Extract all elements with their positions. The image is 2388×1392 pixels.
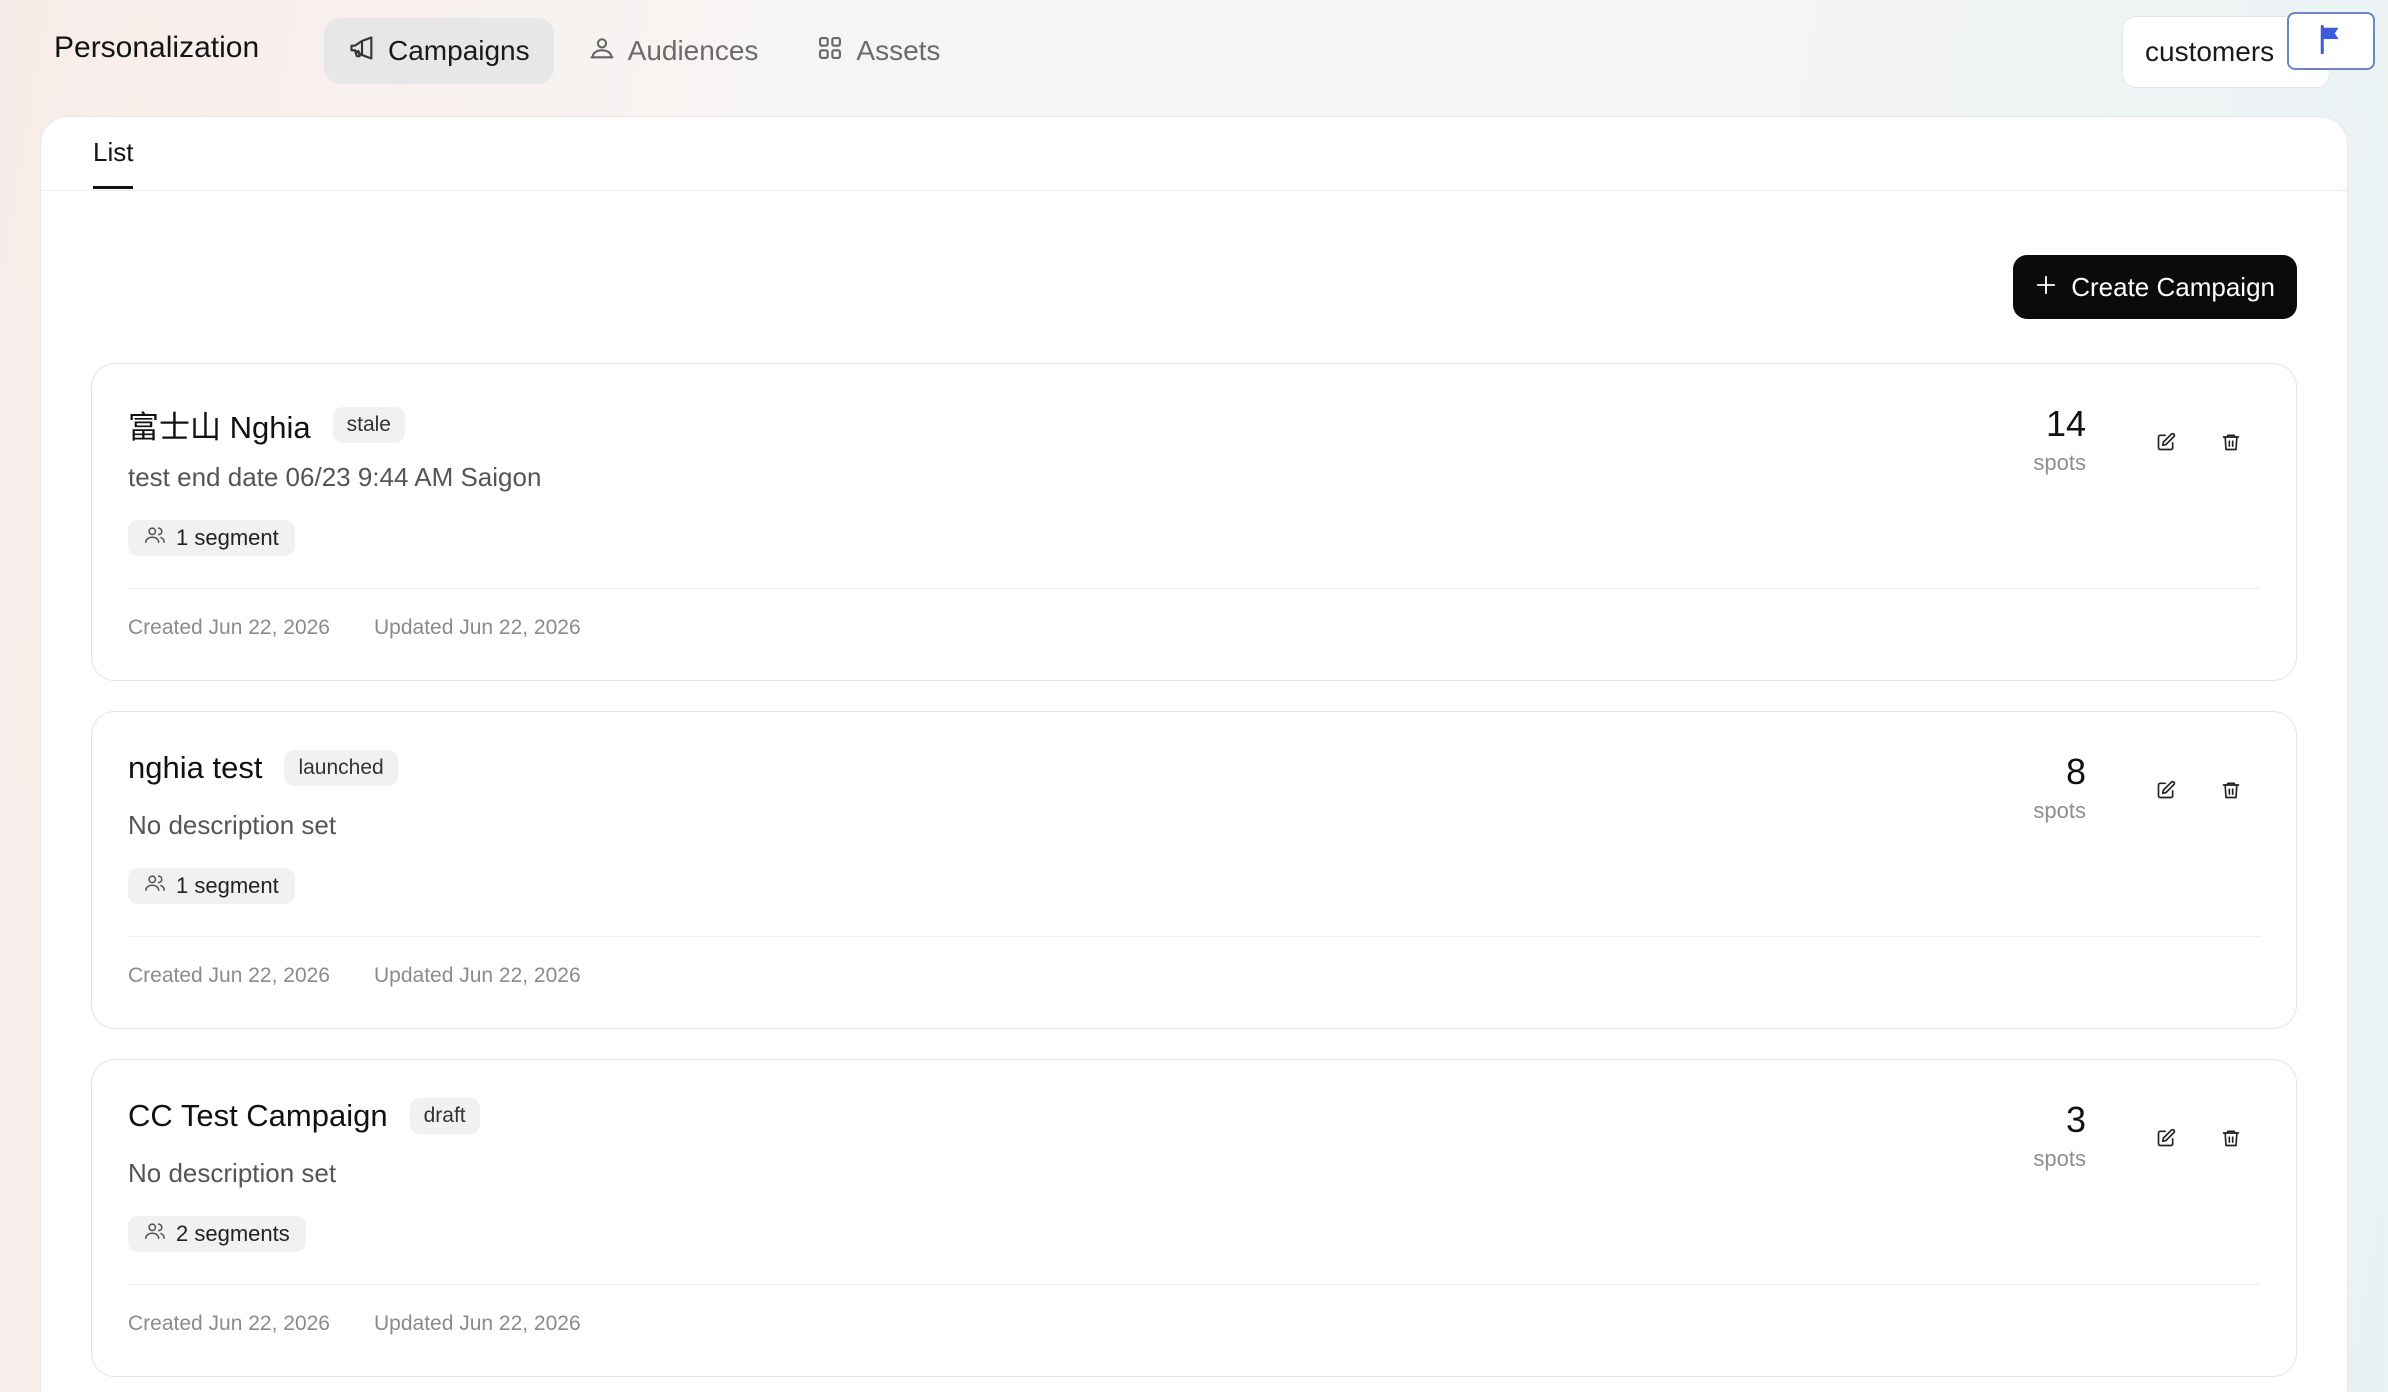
edit-campaign-button[interactable] (2146, 424, 2186, 464)
subtab-bar: List (41, 117, 2347, 191)
segment-count: 1 segment (176, 873, 279, 898)
status-badge: draft (409, 1098, 480, 1134)
delete-campaign-button[interactable] (2211, 1120, 2251, 1160)
segment-count-chip: 1 segment (128, 868, 295, 904)
status-badge: stale (332, 406, 405, 443)
updated-date: Updated Jun 22, 2026 (373, 964, 581, 987)
users-icon (588, 34, 616, 69)
create-campaign-button[interactable]: Create Campaign (2013, 255, 2297, 319)
campaign-list: 富士山 Nghia stale test end date 06/23 9:44… (91, 363, 2297, 1392)
trash-icon (2221, 780, 2241, 805)
megaphone-icon (348, 34, 376, 69)
spots-label: spots (2033, 1145, 2086, 1171)
campaign-title: 富士山 Nghia (128, 410, 311, 445)
tab-audiences[interactable]: Audiences (564, 18, 783, 84)
spots-counter: 3 spots (2033, 1100, 2086, 1172)
segment-count: 1 segment (176, 525, 279, 550)
status-badge: launched (284, 750, 398, 786)
tab-campaigns-label: Campaigns (388, 35, 530, 66)
campaign-dates: Created Jun 22, 2026 Updated Jun 22, 202… (128, 616, 581, 640)
edit-icon (2156, 1128, 2176, 1153)
segment-count: 2 segments (176, 1221, 290, 1246)
app-title: Personalization (54, 31, 260, 64)
main-panel: List Create Campaign 富士山 Nghia stale tes… (40, 116, 2348, 1392)
users-icon (144, 873, 166, 899)
spots-counter: 14 spots (2033, 404, 2086, 476)
campaign-dates: Created Jun 22, 2026 Updated Jun 22, 202… (128, 964, 581, 988)
card-divider (128, 936, 2260, 937)
created-date: Created Jun 22, 2026 (128, 1312, 330, 1335)
updated-date: Updated Jun 22, 2026 (373, 616, 581, 639)
campaign-description: test end date 06/23 9:44 AM Saigon (128, 462, 542, 492)
edit-campaign-button[interactable] (2146, 1120, 2186, 1160)
card-divider (128, 1284, 2260, 1285)
spots-counter: 8 spots (2033, 752, 2086, 824)
create-campaign-label: Create Campaign (2071, 271, 2275, 302)
users-icon (144, 1221, 166, 1247)
segment-count-chip: 2 segments (128, 1216, 306, 1252)
subtab-list[interactable]: List (93, 137, 134, 189)
top-bar: Personalization Campaigns Audiences Asse… (0, 0, 2388, 104)
created-date: Created Jun 22, 2026 (128, 964, 330, 987)
edit-icon (2156, 780, 2176, 805)
trash-icon (2221, 432, 2241, 457)
campaign-description: No description set (128, 810, 337, 840)
users-icon (144, 525, 166, 551)
campaign-title-row: 富士山 Nghia stale (128, 402, 405, 447)
campaign-title-row: CC Test Campaign draft (128, 1098, 480, 1134)
edit-campaign-button[interactable] (2146, 772, 2186, 812)
updated-date: Updated Jun 22, 2026 (373, 1312, 581, 1335)
campaign-card[interactable]: nghia test launched No description set 1… (91, 711, 2297, 1029)
plus-icon (2035, 272, 2057, 303)
segment-count-chip: 1 segment (128, 520, 295, 556)
tab-assets-label: Assets (856, 35, 941, 66)
spots-count: 8 (2065, 751, 2086, 792)
tab-audiences-label: Audiences (627, 35, 759, 66)
campaign-title: CC Test Campaign (128, 1098, 388, 1133)
campaign-card[interactable]: 富士山 Nghia stale test end date 06/23 9:44… (91, 363, 2297, 681)
spots-count: 3 (2065, 1099, 2086, 1140)
feedback-flag-button[interactable] (2287, 12, 2375, 70)
grid-icon (816, 34, 844, 69)
spots-label: spots (2033, 797, 2086, 823)
campaign-dates: Created Jun 22, 2026 Updated Jun 22, 202… (128, 1312, 581, 1336)
campaign-description: No description set (128, 1158, 337, 1188)
spots-count: 14 (2045, 403, 2086, 444)
main-nav: Campaigns Audiences Assets (324, 18, 964, 84)
campaign-title-row: nghia test launched (128, 750, 398, 786)
campaign-title: nghia test (128, 750, 263, 785)
campaign-card[interactable]: CC Test Campaign draft No description se… (91, 1059, 2297, 1377)
trash-icon (2221, 1128, 2241, 1153)
card-divider (128, 588, 2260, 589)
created-date: Created Jun 22, 2026 (128, 616, 330, 639)
tab-campaigns[interactable]: Campaigns (324, 18, 554, 84)
workspace-label: customers (2145, 36, 2275, 67)
tab-assets[interactable]: Assets (792, 18, 964, 84)
delete-campaign-button[interactable] (2211, 424, 2251, 464)
delete-campaign-button[interactable] (2211, 772, 2251, 812)
flag-icon (2318, 24, 2344, 59)
edit-icon (2156, 432, 2176, 457)
spots-label: spots (2033, 449, 2086, 475)
